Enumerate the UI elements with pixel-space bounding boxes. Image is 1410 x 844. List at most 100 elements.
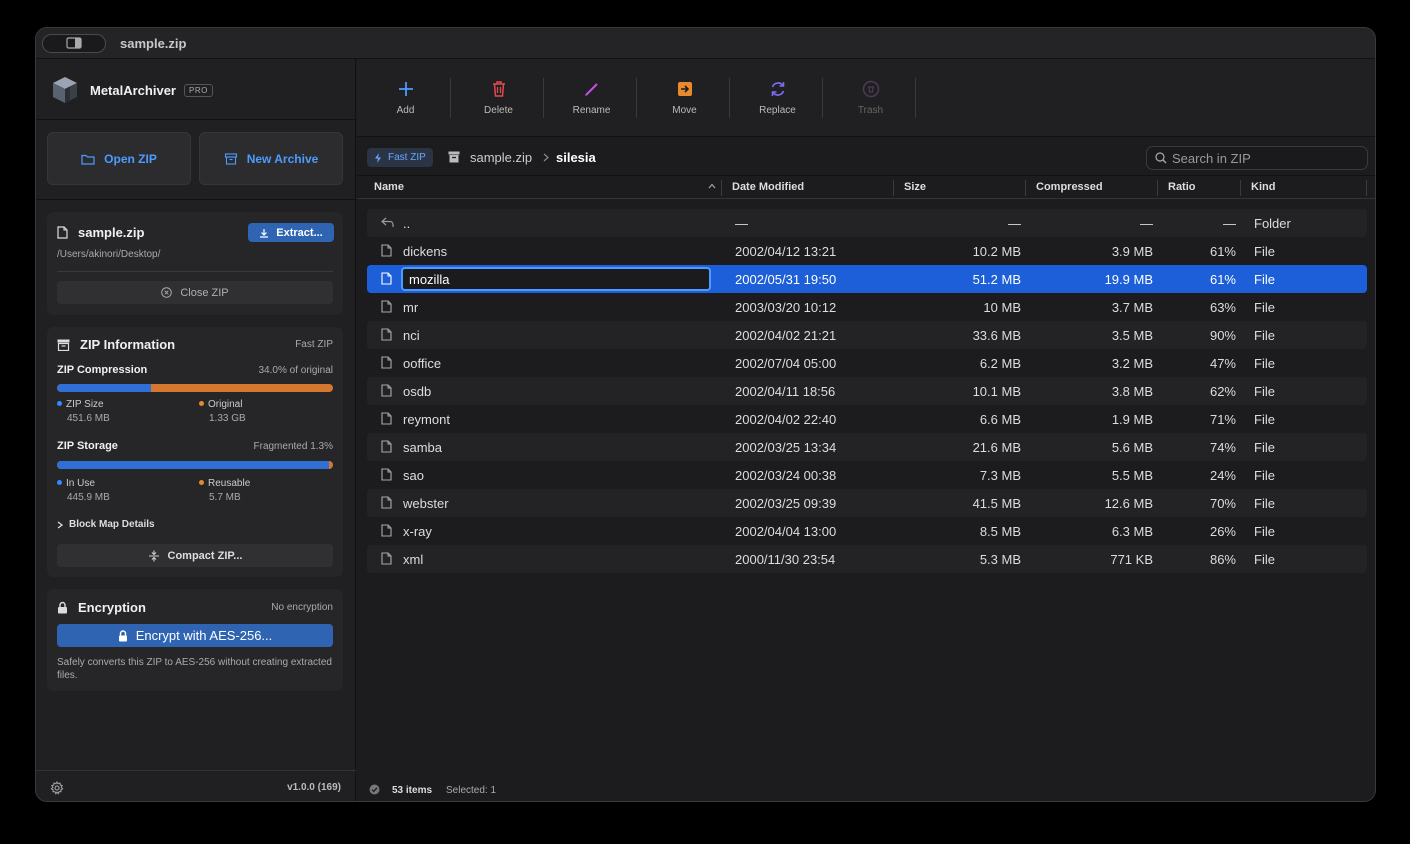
column-name[interactable]: Name [374, 181, 404, 193]
trash-label: Trash [857, 105, 884, 116]
search-input[interactable] [1172, 150, 1362, 166]
new-archive-button[interactable]: New Archive [199, 132, 343, 185]
chevron-right-icon [543, 153, 549, 162]
file-ratio: 61% [1209, 244, 1236, 259]
delete-button[interactable]: Delete [452, 79, 545, 121]
file-size: 5.3 MB [979, 552, 1021, 567]
search-icon [1155, 152, 1167, 164]
divider [450, 78, 451, 118]
table-row[interactable]: nci 2002/04/02 21:21 33.6 MB 3.5 MB 90% File [367, 321, 1367, 349]
extract-button[interactable]: Extract... [248, 223, 334, 242]
file-kind: File [1254, 468, 1275, 483]
trash-icon [492, 81, 505, 97]
download-icon [260, 228, 269, 238]
table-row[interactable]: xml 2000/11/30 23:54 5.3 MB 771 KB 86% File [367, 545, 1367, 573]
table-row[interactable]: ooffice 2002/07/04 05:00 6.2 MB 3.2 MB 47% Fi… [367, 349, 1367, 377]
block-map-disclosure[interactable]: Block Map Details [57, 519, 155, 530]
file-size: 8.5 MB [979, 524, 1021, 539]
file-kind: File [1254, 272, 1275, 287]
table-row[interactable]: osdb 2002/04/11 18:56 10.1 MB 3.8 MB 62% File [367, 377, 1367, 405]
search-field[interactable] [1146, 146, 1368, 170]
breadcrumb-sample-zip[interactable]: sample.zip [470, 150, 532, 165]
table-row[interactable]: mr 2003/03/20 10:12 10 MB 3.7 MB 63% File [367, 293, 1367, 321]
file-compressed: 3.7 MB [1111, 300, 1153, 315]
file-kind: File [1254, 524, 1275, 539]
zip-size-legend: ZIP Size 451.6 MB [57, 398, 110, 426]
file-size: 21.6 MB [972, 440, 1021, 455]
file-name: sao [403, 468, 424, 483]
gear-icon[interactable] [50, 781, 64, 795]
app-window: sample.zip MetalArchiver PRO Open ZIP Ne… [35, 27, 1376, 802]
table-row[interactable]: x-ray 2002/04/04 13:00 8.5 MB 6.3 MB 26% File [367, 517, 1367, 545]
file-compressed: — [1140, 216, 1153, 231]
refresh-icon [771, 82, 784, 96]
encryption-header: Encryption [57, 600, 146, 615]
file-ratio: 24% [1209, 468, 1236, 483]
column-compressed[interactable]: Compressed [1036, 181, 1103, 193]
table-row[interactable]: 2002/05/31 19:50 51.2 MB 19.9 MB 61% File [367, 265, 1367, 293]
parent-folder-row[interactable]: .. — — — — Folder [367, 209, 1367, 237]
compact-icon [148, 550, 159, 561]
file-ratio: — [1223, 216, 1236, 231]
file-kind: File [1254, 328, 1275, 343]
file-size: 10.1 MB [972, 384, 1021, 399]
encryption-card: Encryption No encryption Encrypt with AE… [47, 589, 343, 691]
document-icon [381, 552, 392, 565]
divider [915, 78, 916, 118]
table-row[interactable]: dickens 2002/04/12 13:21 10.2 MB 3.9 MB 61% F… [367, 237, 1367, 265]
document-icon [381, 524, 392, 537]
divider [543, 78, 544, 118]
lock-icon [58, 601, 67, 614]
reusable-value: 5.7 MB [209, 492, 241, 503]
open-zip-button[interactable]: Open ZIP [47, 132, 191, 185]
close-zip-button[interactable]: Close ZIP [57, 281, 333, 304]
sidebar-footer: v1.0.0 (169) [36, 770, 356, 801]
column-date-modified[interactable]: Date Modified [732, 181, 804, 193]
selection-count: Selected: 1 [446, 785, 497, 796]
file-compressed: 5.6 MB [1111, 440, 1153, 455]
delete-label: Delete [484, 105, 513, 116]
file-size: 6.2 MB [979, 356, 1021, 371]
table-row[interactable]: webster 2002/03/25 09:39 41.5 MB 12.6 MB 70%… [367, 489, 1367, 517]
file-size: 10.2 MB [972, 244, 1021, 259]
document-icon [381, 440, 392, 453]
column-size[interactable]: Size [904, 181, 926, 193]
file-kind: File [1254, 440, 1275, 455]
item-count: 53 items [392, 785, 433, 796]
file-date: 2002/03/25 09:39 [735, 496, 837, 511]
rename-button[interactable]: Rename [545, 79, 638, 121]
rename-input[interactable] [401, 267, 711, 291]
file-compressed: 3.9 MB [1111, 244, 1153, 259]
file-size: 6.6 MB [979, 412, 1021, 427]
divider [36, 119, 356, 120]
brand: MetalArchiver PRO [50, 73, 213, 107]
trash-button[interactable]: Trash [824, 79, 917, 121]
file-compressed: 3.8 MB [1111, 384, 1153, 399]
toolbar: Add Delete Rename Move Replace Trash [357, 59, 1375, 137]
table-row[interactable]: samba 2002/03/25 13:34 21.6 MB 5.6 MB 74% Fil… [367, 433, 1367, 461]
column-ratio[interactable]: Ratio [1168, 181, 1196, 193]
replace-label: Replace [759, 105, 796, 116]
close-circle-icon [161, 287, 173, 298]
encryption-status: No encryption [271, 602, 333, 613]
compact-zip-button[interactable]: Compact ZIP... [57, 544, 333, 567]
pro-badge: PRO [183, 83, 213, 97]
sidebar-toggle-button[interactable] [42, 33, 106, 53]
column-kind[interactable]: Kind [1251, 181, 1275, 193]
table-row[interactable]: reymont 2002/04/02 22:40 6.6 MB 1.9 MB 71% Fi… [367, 405, 1367, 433]
replace-button[interactable]: Replace [731, 79, 824, 121]
file-size: — [1008, 216, 1021, 231]
encrypt-aes-button[interactable]: Encrypt with AES-256... [57, 624, 333, 647]
breadcrumb-silesia[interactable]: silesia [556, 150, 596, 165]
original-legend: Original 1.33 GB [199, 398, 246, 426]
zip-mode: Fast ZIP [295, 339, 333, 350]
file-size: 33.6 MB [972, 328, 1021, 343]
document-icon [381, 356, 392, 369]
add-button[interactable]: Add [359, 79, 452, 121]
file-date: 2002/05/31 19:50 [735, 272, 837, 287]
file-kind: File [1254, 244, 1275, 259]
table-row[interactable]: sao 2002/03/24 00:38 7.3 MB 5.5 MB 24% File [367, 461, 1367, 489]
divider [1366, 180, 1367, 196]
move-button[interactable]: Move [638, 79, 731, 121]
zip-size-value: 451.6 MB [67, 413, 110, 424]
